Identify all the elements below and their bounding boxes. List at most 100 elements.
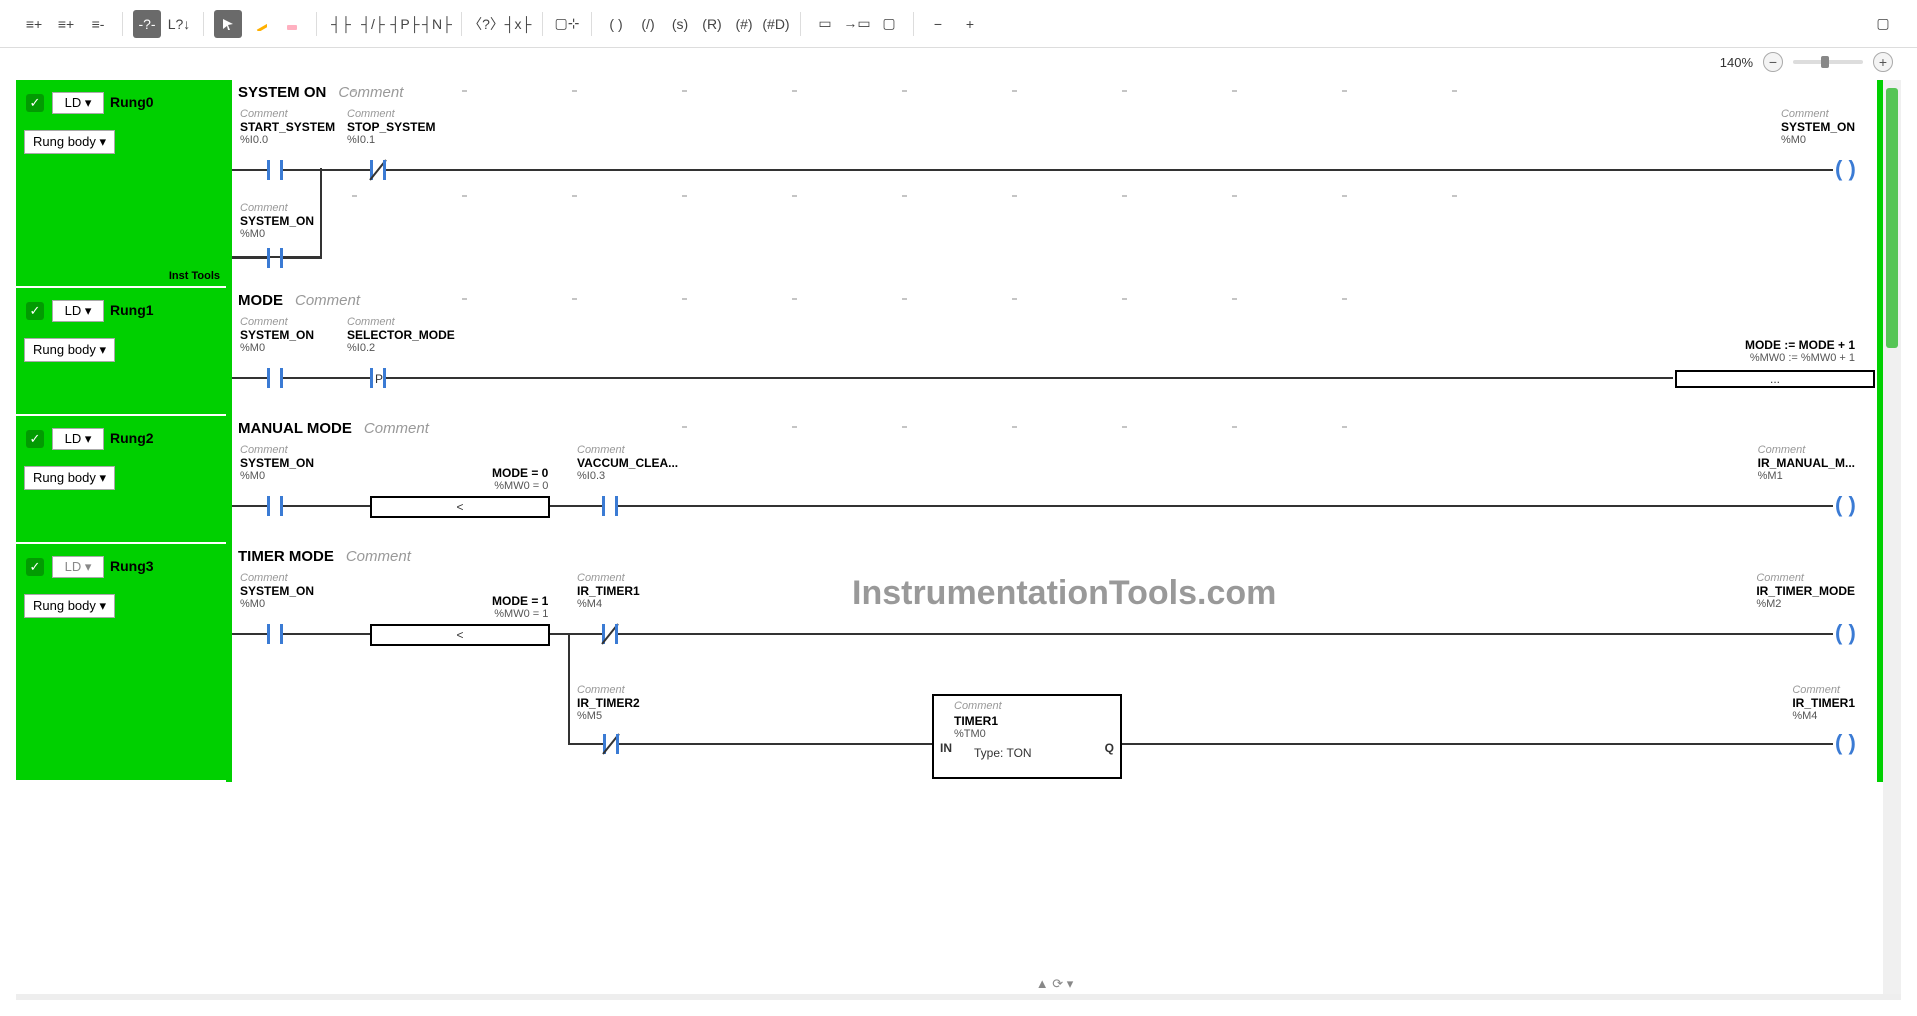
delete-line-icon[interactable]: ≡- xyxy=(84,10,112,38)
rung-lang-select[interactable]: LD ▾ xyxy=(52,92,104,114)
contact-system-on[interactable]: Comment SYSTEM_ON %M0 xyxy=(240,572,314,610)
watermark-text: InstrumentationTools.com xyxy=(852,574,1276,613)
rung-comment[interactable]: Comment xyxy=(364,420,429,437)
contact-nc-icon[interactable] xyxy=(568,732,658,756)
coil-hash-icon[interactable]: (#) xyxy=(730,10,758,38)
rung-row-3: TIMER MODEComment Comment SYSTEM_ON %M0 … xyxy=(226,544,1883,782)
plus-icon[interactable]: + xyxy=(956,10,984,38)
return-icon[interactable]: ▢ xyxy=(875,10,903,38)
vertical-scrollbar[interactable] xyxy=(1883,80,1901,994)
contact-no-icon[interactable]: ┤├ xyxy=(327,10,355,38)
rung-header-1[interactable]: ✓ LD ▾ Rung1 Rung body ▾ xyxy=(16,288,226,416)
rung-header-0[interactable]: ✓ LD ▾ Rung0 Rung body ▾ Inst Tools xyxy=(16,80,226,288)
contact-n-icon[interactable]: ┤N├ xyxy=(423,10,451,38)
contact-ir-timer2[interactable]: Comment IR_TIMER2 %M5 xyxy=(577,684,640,722)
branch-mode-icon[interactable]: -?- xyxy=(133,10,161,38)
bottom-collapse-bar[interactable]: ▲ ⟳ ▾ xyxy=(1036,976,1074,992)
fb-q-pin: Q xyxy=(1105,741,1114,755)
fb-in-pin: IN xyxy=(940,741,952,755)
rung-check-icon[interactable]: ✓ xyxy=(26,558,44,576)
block-icon[interactable]: ▢⊹ xyxy=(553,10,581,38)
rung-title: TIMER MODE xyxy=(238,548,334,565)
rung-row-0: SYSTEM ONComment Comment START_SYSTEM %I… xyxy=(226,80,1883,288)
contact-start-system[interactable]: Comment START_SYSTEM %I0.0 xyxy=(240,108,335,146)
rung-comment[interactable]: Comment xyxy=(346,548,411,565)
contact-nc-icon[interactable]: ┤/├ xyxy=(359,10,387,38)
select-icon[interactable] xyxy=(214,10,242,38)
contact-stop-system[interactable]: Comment STOP_SYSTEM %I0.1 xyxy=(347,108,435,146)
coil-ir-manual[interactable]: Comment IR_MANUAL_M... %M1 xyxy=(1758,444,1855,482)
compare-block[interactable]: < xyxy=(370,624,550,646)
rung-title: MODE xyxy=(238,292,283,309)
minus-icon[interactable]: − xyxy=(924,10,952,38)
coil-ir-timer1[interactable]: Comment IR_TIMER1 %M4 xyxy=(1792,684,1855,722)
rung-header-2[interactable]: ✓ LD ▾ Rung2 Rung body ▾ xyxy=(16,416,226,544)
contact-no-icon[interactable] xyxy=(232,622,322,646)
rung-body-select[interactable]: Rung body ▾ xyxy=(24,130,115,154)
coil-nc-icon[interactable]: (/) xyxy=(634,10,662,38)
coil-icon[interactable]: ( ) xyxy=(1831,494,1875,518)
operate-block[interactable]: ... xyxy=(1675,370,1875,388)
maximize-icon[interactable]: ▢ xyxy=(1869,10,1897,38)
contact-no-icon[interactable] xyxy=(232,494,322,518)
contact-nc-icon[interactable] xyxy=(320,158,420,182)
svg-text:( ): ( ) xyxy=(1835,158,1856,181)
label-icon[interactable]: L?↓ xyxy=(165,10,193,38)
zoom-slider[interactable] xyxy=(1793,60,1863,64)
rung-lang-select[interactable]: LD ▾ xyxy=(52,300,104,322)
rung-check-icon[interactable]: ✓ xyxy=(26,430,44,448)
operate-block-mode[interactable]: MODE := MODE + 1 %MW0 := %MW0 + 1 xyxy=(1745,338,1855,364)
contact-system-on-branch[interactable]: Comment SYSTEM_ON %M0 xyxy=(240,202,314,240)
contact-vacuum-cleaner[interactable]: Comment VACCUM_CLEA... %I0.3 xyxy=(577,444,678,482)
contact-ir-timer1[interactable]: Comment IR_TIMER1 %M4 xyxy=(577,572,640,610)
zoom-in-button[interactable]: + xyxy=(1873,52,1893,72)
compare-block-mode0[interactable]: MODE = 0 %MW0 = 0 xyxy=(492,466,548,492)
jump-icon[interactable]: →▭ xyxy=(843,10,871,38)
rung-comment[interactable]: Comment xyxy=(338,84,403,101)
contact-system-on[interactable]: Comment SYSTEM_ON %M0 xyxy=(240,444,314,482)
erase-icon[interactable] xyxy=(278,10,306,38)
coil-hashd-icon[interactable]: (#D) xyxy=(762,10,790,38)
xic-icon[interactable]: ┤x├ xyxy=(504,10,532,38)
contact-p-icon[interactable]: ┤P├ xyxy=(391,10,419,38)
contact-nc-icon[interactable] xyxy=(577,622,657,646)
coil-system-on[interactable]: Comment SYSTEM_ON %M0 xyxy=(1781,108,1855,146)
rung-body-select[interactable]: Rung body ▾ xyxy=(24,594,115,618)
rung-body-select[interactable]: Rung body ▾ xyxy=(24,466,115,490)
coil-r-icon[interactable]: (R) xyxy=(698,10,726,38)
rung-check-icon[interactable]: ✓ xyxy=(26,302,44,320)
contact-system-on[interactable]: Comment SYSTEM_ON %M0 xyxy=(240,316,314,354)
coil-icon[interactable]: ( ) xyxy=(1831,732,1875,756)
zoom-out-button[interactable]: − xyxy=(1763,52,1783,72)
coil-s-icon[interactable]: (s) xyxy=(666,10,694,38)
rung-check-icon[interactable]: ✓ xyxy=(26,94,44,112)
draw-icon[interactable] xyxy=(246,10,274,38)
rung-header-3[interactable]: ✓ LD ▾ Rung3 Rung body ▾ xyxy=(16,544,226,782)
rung-panel-column: ✓ LD ▾ Rung0 Rung body ▾ Inst Tools ✓ LD… xyxy=(16,80,226,994)
rung-lang-select[interactable]: LD ▾ xyxy=(52,428,104,450)
rung-body-select[interactable]: Rung body ▾ xyxy=(24,338,115,362)
contact-selector-mode[interactable]: Comment SELECTOR_MODE %I0.2 xyxy=(347,316,455,354)
contact-no-icon[interactable] xyxy=(577,494,657,518)
insert-line-icon[interactable]: ≡+ xyxy=(20,10,48,38)
rung-comment[interactable]: Comment xyxy=(295,292,360,309)
rung-label: Rung2 xyxy=(110,430,154,446)
op-block-icon[interactable]: ▭ xyxy=(811,10,839,38)
contact-no-icon[interactable] xyxy=(232,158,322,182)
zoom-label: 140% xyxy=(1720,55,1753,70)
compare-block[interactable]: < xyxy=(370,496,550,518)
contact-no-icon[interactable] xyxy=(232,366,322,390)
coil-icon[interactable]: ( ) xyxy=(1831,158,1875,182)
coil-ir-timer-mode[interactable]: Comment IR_TIMER_MODE %M2 xyxy=(1756,572,1855,610)
function-block-timer1[interactable]: Comment TIMER1 %TM0 Type: TON IN Q xyxy=(932,694,1122,779)
rung-row-2: MANUAL MODEComment Comment SYSTEM_ON %M0… xyxy=(226,416,1883,544)
coil-icon[interactable]: ( ) xyxy=(1831,622,1875,646)
rung-watermark: Inst Tools xyxy=(169,270,220,282)
contact-p-icon[interactable]: P xyxy=(320,366,420,390)
insert-line2-icon[interactable]: ≡+ xyxy=(52,10,80,38)
contact-no-icon[interactable] xyxy=(232,246,322,270)
rung-lang-select[interactable]: LD ▾ xyxy=(52,556,104,578)
compare-icon[interactable]: 〈?〉 xyxy=(472,10,500,38)
coil-icon[interactable]: ( ) xyxy=(602,10,630,38)
compare-block-mode1[interactable]: MODE = 1 %MW0 = 1 xyxy=(492,594,548,620)
